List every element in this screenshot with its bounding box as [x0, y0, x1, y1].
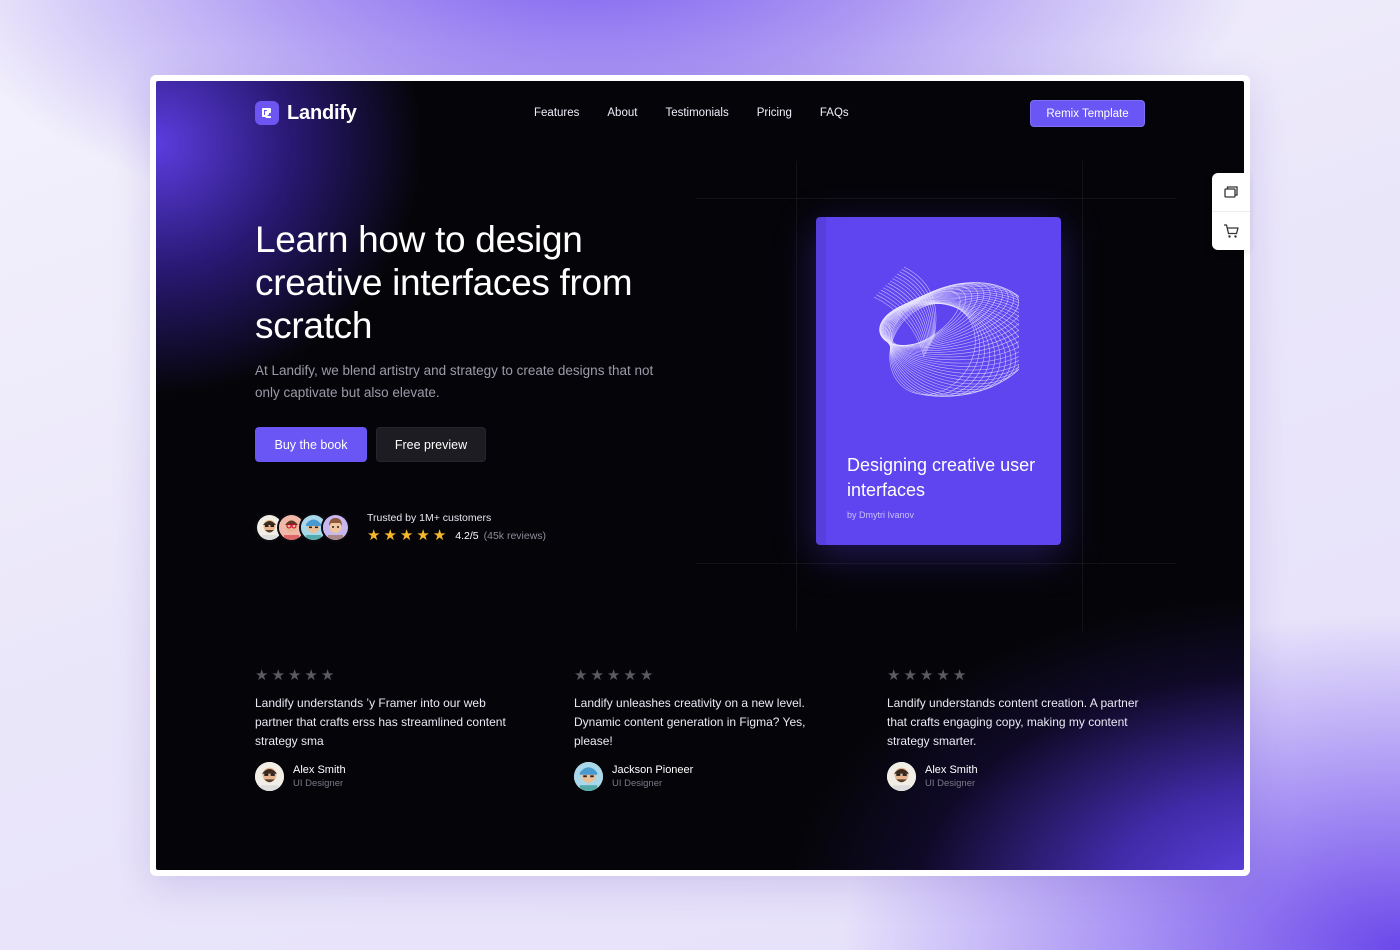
author-name: Alex Smith — [293, 764, 346, 776]
nav-testimonials[interactable]: Testimonials — [665, 107, 728, 119]
testimonial-author: Jackson Pioneer UI Designer — [574, 762, 834, 791]
rating-reviews: (45k reviews) — [483, 529, 547, 542]
testimonial-card: ★ ★ ★ ★ ★ Landify understands content cr… — [887, 668, 1147, 791]
wireframe-art-icon — [873, 266, 1019, 397]
book-cover[interactable]: Designing creative user interfaces — [816, 217, 1061, 545]
star-icon: ★ — [952, 667, 967, 684]
testimonial-stars: ★ ★ ★ ★ ★ — [255, 668, 515, 683]
star-icon: ★ — [367, 527, 381, 544]
star-icon: ★ — [606, 667, 621, 684]
logo-icon — [255, 101, 279, 125]
avatar — [321, 513, 350, 542]
nav-pricing[interactable]: Pricing — [757, 107, 792, 119]
cart-icon[interactable] — [1212, 211, 1250, 249]
author-role: UI Designer — [293, 778, 344, 789]
testimonial-text: Landify understands ’y Framer into our w… — [255, 696, 506, 748]
testimonial-text: Landify understands content creation. A … — [887, 696, 1139, 748]
layers-icon[interactable] — [1212, 173, 1250, 211]
side-toolbar — [1212, 173, 1250, 250]
star-icon: ★ — [590, 667, 604, 684]
star-icon: ★ — [399, 527, 414, 544]
author-role: UI Designer — [925, 778, 976, 789]
testimonial-text: Landify unleashes creativity on a new le… — [574, 696, 806, 748]
rating: ★ ★ ★ ★ ★ 4.2/5 (45k reviews) — [367, 528, 546, 543]
testimonial-author: Alex Smith UI Designer — [255, 762, 515, 791]
main-nav: Features About Testimonials Pricing FAQs — [534, 107, 849, 119]
star-icon: ★ — [320, 667, 335, 684]
hero-title: Learn how to design creative interfaces … — [255, 219, 633, 346]
logo-text: Landify — [287, 101, 357, 124]
star-icon: ★ — [887, 667, 901, 684]
star-icon: ★ — [903, 667, 917, 684]
grid-line — [696, 198, 1176, 199]
author-role: UI Designer — [612, 778, 663, 789]
star-icon: ★ — [432, 527, 447, 544]
star-icon: ★ — [416, 527, 430, 544]
book-author: by Dmytri Ivanov — [847, 510, 915, 520]
author-name: Jackson Pioneer — [612, 764, 694, 776]
star-icon: ★ — [304, 667, 318, 684]
nav-faqs[interactable]: FAQs — [820, 107, 849, 119]
star-icon: ★ — [255, 667, 269, 684]
trust-section: Trusted by 1M+ customers ★ ★ ★ ★ ★ 4.2/5… — [255, 512, 546, 543]
star-icon: ★ — [639, 667, 654, 684]
trust-label: Trusted by 1M+ customers — [367, 512, 492, 524]
star-icon: ★ — [287, 667, 302, 684]
testimonial-stars: ★ ★ ★ ★ ★ — [887, 668, 1147, 683]
avatar — [574, 762, 603, 791]
grid-line — [796, 161, 797, 631]
testimonial-card: ★ ★ ★ ★ ★ Landify understands ’y Framer … — [255, 668, 515, 791]
trust-info: Trusted by 1M+ customers ★ ★ ★ ★ ★ 4.2/5… — [367, 512, 546, 543]
customer-avatars — [255, 513, 350, 542]
star-icon: ★ — [383, 527, 397, 544]
grid-line — [1082, 161, 1083, 631]
nav-about[interactable]: About — [607, 107, 637, 119]
landing-page: Landify Features About Testimonials Pric… — [156, 81, 1244, 870]
logo[interactable]: Landify — [255, 101, 357, 125]
buy-book-button[interactable]: Buy the book — [255, 427, 367, 462]
star-icon: ★ — [271, 667, 285, 684]
remix-template-button[interactable]: Remix Template — [1030, 100, 1145, 127]
book-title: Designing creative user interfaces — [847, 455, 1036, 500]
star-icon: ★ — [919, 667, 934, 684]
free-preview-button[interactable]: Free preview — [376, 427, 486, 462]
star-icon: ★ — [623, 667, 637, 684]
star-icon: ★ — [574, 667, 588, 684]
author-name: Alex Smith — [925, 764, 978, 776]
book-spine — [816, 217, 826, 545]
avatar — [255, 762, 284, 791]
rating-value: 4.2/5 — [455, 529, 479, 542]
testimonial-card: ★ ★ ★ ★ ★ Landify unleashes creativity o… — [574, 668, 834, 791]
grid-line — [696, 563, 1176, 564]
hero-subtitle: At Landify, we blend artistry and strate… — [255, 363, 654, 400]
star-icon: ★ — [936, 667, 950, 684]
testimonial-author: Alex Smith UI Designer — [887, 762, 1147, 791]
nav-features[interactable]: Features — [534, 107, 579, 119]
testimonial-stars: ★ ★ ★ ★ ★ — [574, 668, 834, 683]
avatar — [887, 762, 916, 791]
